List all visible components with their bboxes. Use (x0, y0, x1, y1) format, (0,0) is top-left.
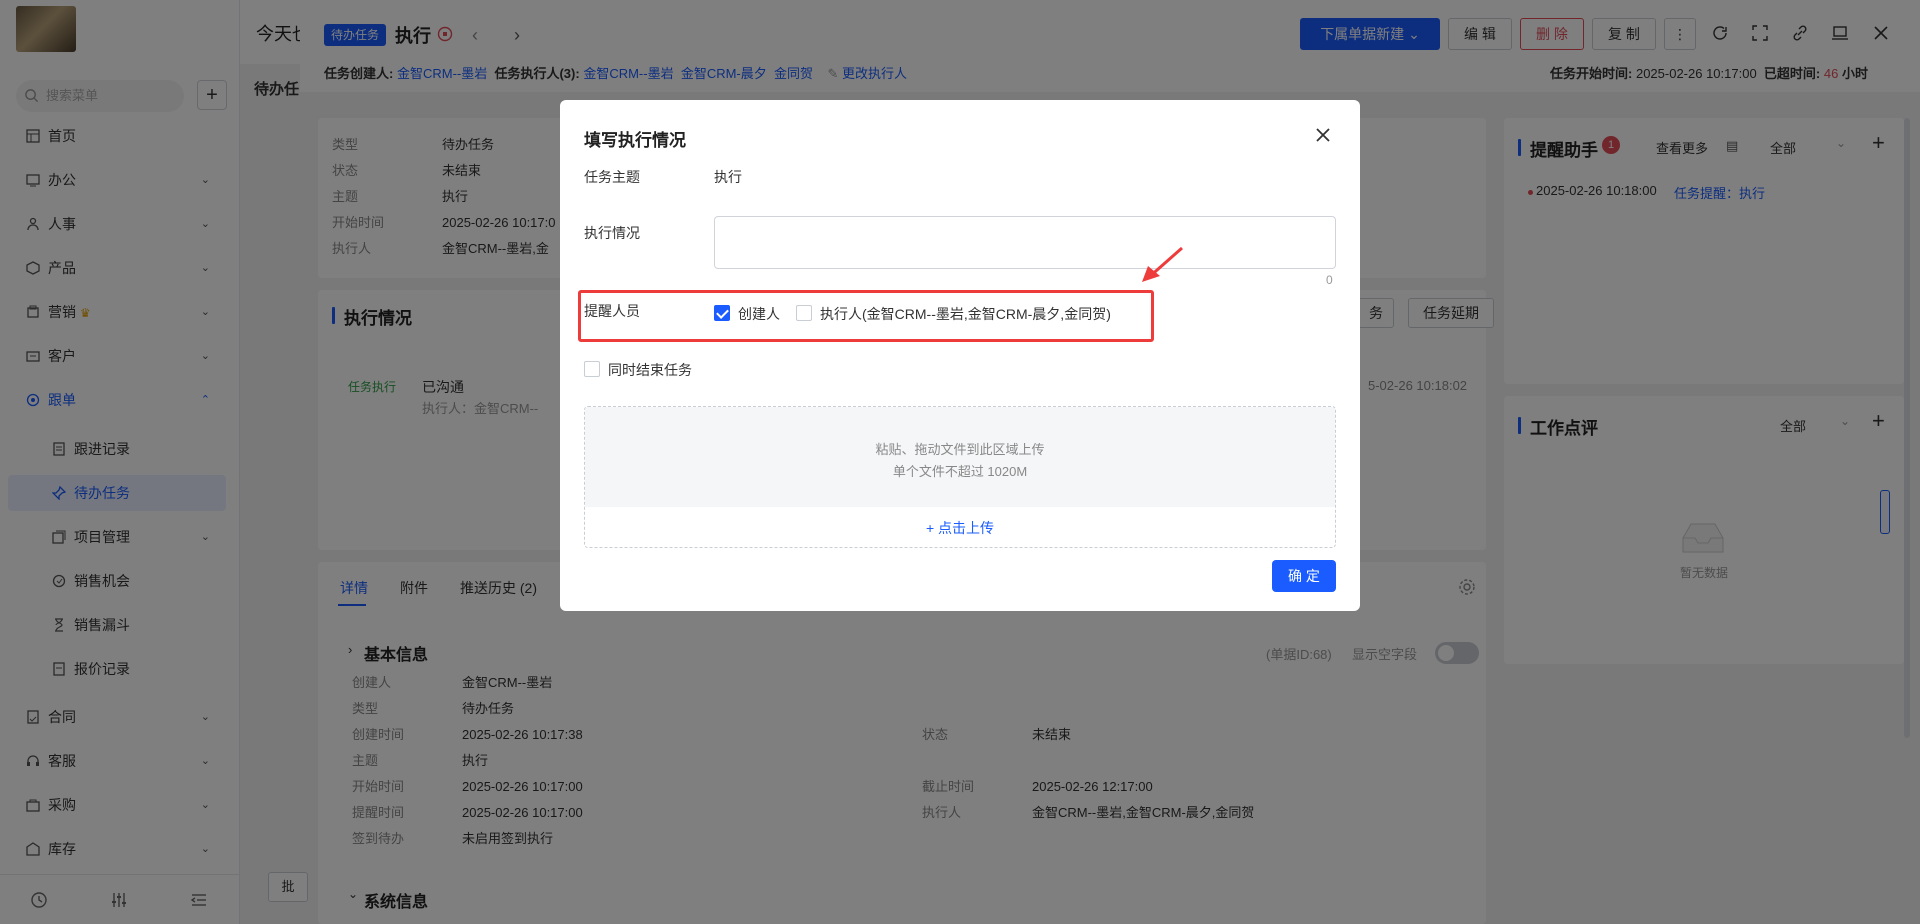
execution-dialog: 填写执行情况 任务主题 执行 执行情况 0 提醒人员 创建人 执行人(金智CRM… (560, 100, 1360, 611)
close-icon[interactable] (1312, 124, 1334, 146)
char-count: 0 (1326, 273, 1333, 287)
annotation-arrow (1142, 246, 1183, 282)
end-task-checkbox[interactable] (584, 361, 600, 377)
confirm-label: 确 定 (1288, 568, 1320, 584)
highlight-box (578, 290, 1154, 342)
execution-label: 执行情况 (584, 225, 640, 241)
execution-textarea[interactable] (714, 216, 1336, 269)
upload-drop-area[interactable]: 粘贴、拖动文件到此区域上传 单个文件不超过 1020M (585, 407, 1335, 507)
upload-button[interactable]: + 点击上传 (585, 507, 1335, 547)
subject-label: 任务主题 (584, 169, 640, 185)
dialog-title: 填写执行情况 (584, 131, 686, 150)
confirm-button[interactable]: 确 定 (1272, 560, 1336, 592)
end-task-label[interactable]: 同时结束任务 (608, 360, 692, 380)
upload-limit: 单个文件不超过 1020M (892, 464, 1028, 479)
upload-hint: 粘贴、拖动文件到此区域上传 (875, 442, 1045, 457)
plus-icon: + (925, 520, 935, 536)
upload-button-label: 点击上传 (938, 520, 995, 536)
subject-value: 执行 (714, 169, 742, 185)
upload-dropzone[interactable]: 粘贴、拖动文件到此区域上传 单个文件不超过 1020M + 点击上传 (584, 406, 1336, 548)
